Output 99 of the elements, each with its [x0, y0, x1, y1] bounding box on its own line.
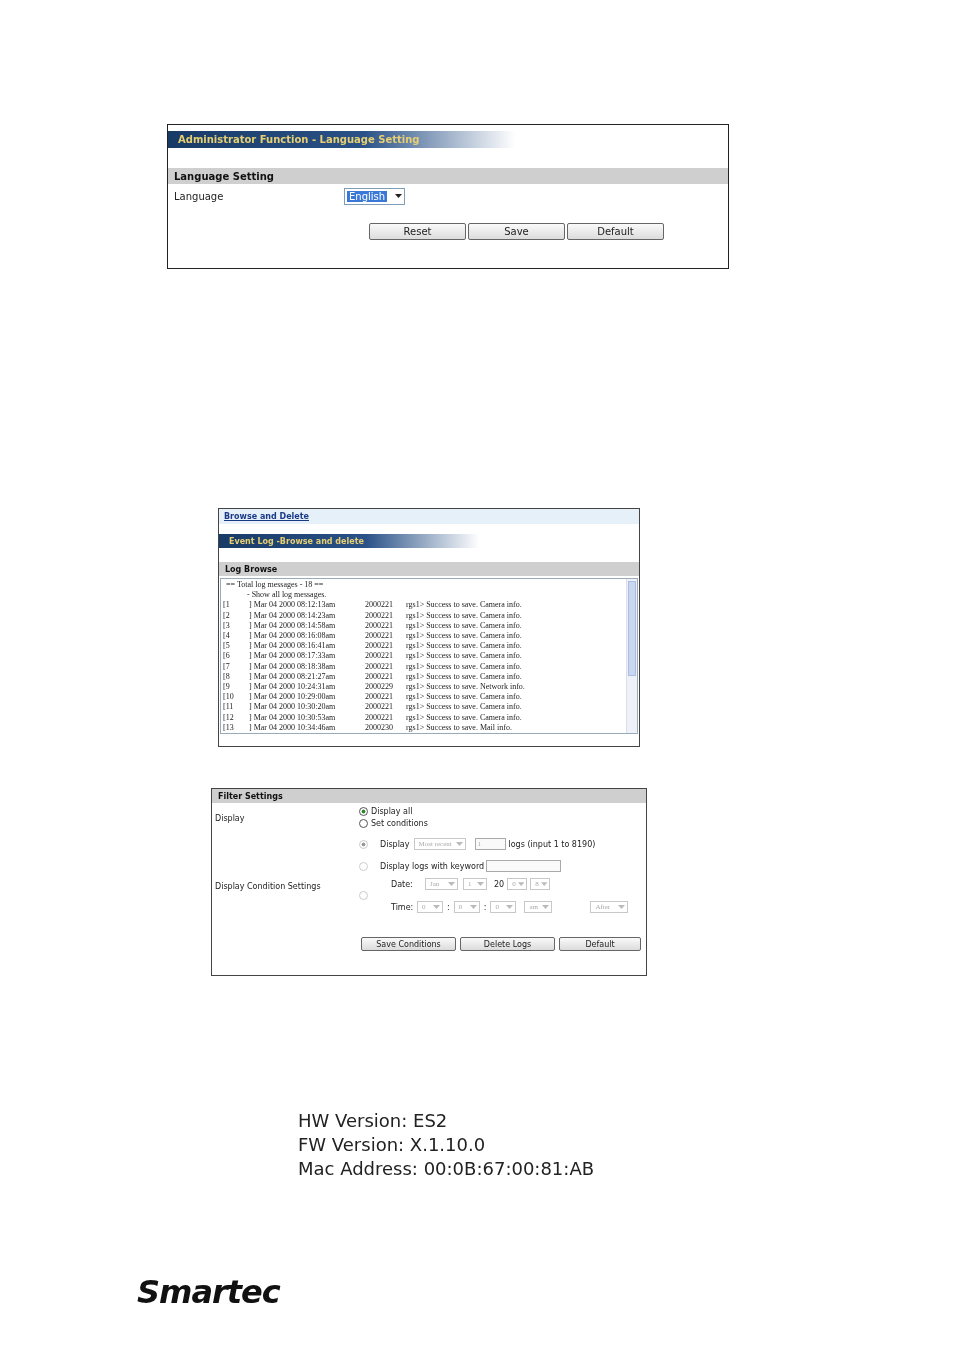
log-date: ] Mar 04 2000 10:30:20am [249, 702, 337, 713]
caret-icon [448, 881, 455, 887]
caret-icon [542, 904, 550, 910]
radio-option[interactable]: Display all [359, 807, 646, 816]
log-index: [10 [223, 692, 235, 703]
field-label: Language [174, 191, 225, 202]
caret-icon [469, 904, 477, 910]
form-button[interactable]: Default [559, 937, 641, 951]
caret-icon [477, 881, 484, 887]
log-index: [1 [223, 600, 231, 611]
log-message: rgs1> Success to save. Camera info. [406, 661, 523, 672]
option-label: Display logs with keyword [380, 861, 485, 871]
caret-icon [433, 904, 440, 910]
log-code: 2000221 [365, 671, 394, 683]
log-index: [7 [223, 661, 231, 672]
caret-icon [395, 194, 402, 199]
log-code: 2000221 [365, 651, 394, 662]
log-index: [2 [223, 610, 231, 621]
panel-title: Administrator Function - Language Setting [178, 134, 420, 145]
time-label: Time: [391, 902, 415, 912]
caret-icon [540, 881, 548, 887]
log-date: ] Mar 04 2000 10:34:46am [249, 722, 337, 733]
log-index: [12 [223, 712, 235, 723]
log-date: ] Mar 04 2000 08:16:41am [249, 641, 337, 652]
log-date: ] Mar 04 2000 10:30:53am [249, 712, 337, 723]
log-index: [4 [223, 631, 231, 642]
log-index: [5 [223, 641, 231, 652]
time-separator: : [483, 902, 487, 912]
log-date: ] Mar 04 2000 10:29:00am [249, 692, 337, 703]
log-code: 2000221 [365, 712, 394, 723]
date-label: Date: [391, 879, 414, 889]
form-button[interactable]: Save [468, 223, 565, 240]
caret-icon [517, 881, 525, 887]
log-index: [6 [223, 651, 231, 662]
log-message: rgs1> Success to save. Camera info. [406, 671, 523, 683]
log-date: ] Mar 04 2000 08:17:33am [249, 651, 337, 662]
log-code: 2000221 [365, 631, 394, 642]
log-date: ] Mar 04 2000 08:18:38am [249, 661, 337, 672]
log-message: rgs1> Success to save. Camera info. [406, 610, 523, 621]
caret-icon [455, 841, 463, 847]
caret-icon [506, 904, 514, 910]
caret-icon [618, 904, 626, 910]
field-label: Display Condition Settings [215, 882, 321, 891]
form-button[interactable]: Delete Logs [460, 937, 555, 951]
log-message: rgs1> Success to save. Camera info. [406, 600, 523, 611]
option-label: Display [380, 839, 410, 849]
panel-title: Event Log -Browse and delete [229, 536, 364, 546]
log-index: [11 [223, 702, 235, 713]
section-header: Filter Settings [212, 789, 646, 803]
version-line: FW Version: X.1.10.0 [298, 1133, 487, 1157]
log-message: rgs1> Success to save. Camera info. [406, 641, 523, 652]
log-date: ] Mar 04 2000 10:24:31am [249, 682, 337, 693]
log-message: rgs1> Success to save. Mail info. [406, 722, 513, 733]
log-message: rgs1> Success to save. Camera info. [406, 712, 523, 723]
log-code: 2000229 [365, 682, 394, 693]
log-date: ] Mar 04 2000 08:14:23am [249, 610, 337, 621]
log-code: 2000221 [365, 641, 394, 652]
log-code: 2000221 [365, 692, 394, 703]
log-code: 2000221 [365, 610, 394, 621]
log-header-line: - Show all log messages. [246, 590, 328, 601]
browse-link[interactable]: Browse and Delete [224, 512, 309, 521]
log-code: 2000221 [365, 661, 394, 672]
time-separator: : [447, 902, 450, 912]
log-date: ] Mar 04 2000 08:12:13am [249, 600, 337, 611]
log-header-line: == Total log messages - 18 == [225, 580, 325, 591]
version-line: Mac Address: 00:0B:67:00:81:AB [298, 1157, 596, 1181]
log-message: rgs1> Success to save. Camera info. [406, 651, 523, 662]
log-message: rgs1> Success to save. Camera info. [406, 692, 523, 703]
log-index: [8 [223, 671, 231, 683]
log-index: [13 [223, 722, 235, 733]
form-button[interactable]: Save Conditions [361, 937, 456, 951]
form-button[interactable]: Reset [369, 223, 466, 240]
log-code: 2000221 [365, 702, 394, 713]
log-message: rgs1> Success to save. Camera info. [406, 631, 523, 642]
section-header: Log Browse [219, 562, 639, 576]
log-code: 2000230 [365, 722, 394, 733]
brand-logo: Smartec [137, 1273, 282, 1311]
radio-button[interactable] [359, 839, 368, 849]
radio-option[interactable]: Set conditions [359, 819, 646, 828]
log-code: 2000221 [365, 600, 394, 611]
scrollbar[interactable] [626, 579, 637, 733]
form-button[interactable]: Default [567, 223, 664, 240]
field-label: Display [215, 814, 245, 823]
version-line: HW Version: ES2 [298, 1109, 449, 1133]
radio-button[interactable] [359, 861, 368, 871]
year-prefix: 20 [494, 879, 505, 889]
count-hint: logs (input 1 to 8190) [508, 839, 596, 849]
radio-button[interactable] [359, 891, 368, 900]
log-index: [9 [223, 682, 231, 693]
log-date: ] Mar 04 2000 08:21:27am [249, 671, 337, 683]
log-index: [3 [223, 620, 231, 631]
log-date: ] Mar 04 2000 08:14:58am [249, 620, 337, 631]
log-message: rgs1> Success to save. Network info. [406, 682, 526, 693]
log-code: 2000221 [365, 620, 394, 631]
language-select[interactable]: English [344, 188, 405, 205]
log-date: ] Mar 04 2000 08:16:08am [249, 631, 337, 642]
log-message: rgs1> Success to save. Camera info. [406, 620, 523, 631]
log-message: rgs1> Success to save. Camera info. [406, 702, 523, 713]
section-header: Language Setting [168, 168, 728, 184]
